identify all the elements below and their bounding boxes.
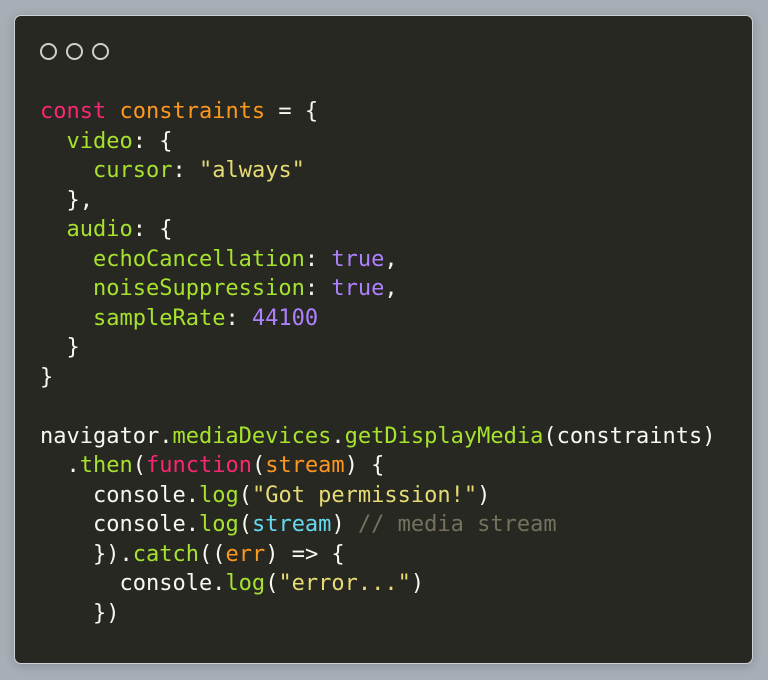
maximize-icon[interactable] bbox=[92, 43, 109, 60]
code-line: noiseSuppression: true, bbox=[40, 274, 716, 304]
code-token: true bbox=[331, 246, 385, 272]
code-token: ) bbox=[477, 482, 491, 508]
code-token: true bbox=[331, 276, 385, 301]
code-token: log bbox=[198, 482, 239, 508]
code-token: . bbox=[331, 423, 345, 449]
code-line: const constraints = { bbox=[40, 97, 716, 127]
code-line: echoCancellation: true, bbox=[40, 245, 716, 275]
code-token: ) bbox=[331, 512, 358, 537]
code-token: function bbox=[145, 453, 252, 478]
code-token: sampleRate bbox=[92, 305, 226, 331]
code-token: stream bbox=[251, 512, 332, 537]
code-line: video: { bbox=[40, 127, 716, 157]
code-token: : bbox=[304, 276, 332, 301]
close-icon[interactable] bbox=[40, 43, 57, 60]
code-token: "error..." bbox=[278, 571, 411, 596]
code-token: ( bbox=[238, 482, 252, 508]
code-token: err bbox=[225, 541, 266, 567]
code-line: } bbox=[40, 363, 716, 393]
code-token: "always" bbox=[198, 158, 305, 183]
code-token: : { bbox=[132, 128, 173, 154]
code-token: : { bbox=[132, 217, 173, 242]
code-token: ( bbox=[238, 512, 252, 537]
code-token: ( bbox=[132, 453, 146, 478]
code-token: (( bbox=[198, 541, 226, 567]
code-line: sampleRate: 44100 bbox=[40, 304, 716, 334]
code-token: : bbox=[304, 246, 332, 272]
code-line: console.log("Got permission!") bbox=[40, 481, 716, 511]
code-line: cursor: "always" bbox=[40, 156, 716, 186]
code-token: noiseSuppression bbox=[92, 276, 305, 301]
code-token: (constraints) bbox=[543, 423, 716, 449]
code-line: } bbox=[40, 333, 716, 363]
code-token: console. bbox=[40, 482, 199, 508]
code-line: }, bbox=[40, 186, 716, 216]
code-token: log bbox=[198, 512, 239, 537]
code-token: then bbox=[79, 453, 133, 478]
code-token: catch bbox=[132, 541, 199, 567]
minimize-icon[interactable] bbox=[66, 43, 83, 60]
code-token: , bbox=[384, 276, 398, 301]
code-token: }) bbox=[40, 600, 120, 626]
code-line: console.log("error...") bbox=[40, 569, 716, 599]
code-token: // media stream bbox=[357, 512, 557, 537]
code-line: }) bbox=[40, 599, 716, 629]
code-token: , bbox=[384, 246, 398, 272]
code-line: console.log(stream) // media stream bbox=[40, 510, 716, 540]
code-token: ) => { bbox=[265, 541, 345, 567]
code-token: video bbox=[66, 128, 133, 154]
code-token: const bbox=[40, 99, 107, 124]
code-token: }, bbox=[40, 187, 93, 213]
code-token: ) bbox=[410, 571, 425, 596]
code-token: console. bbox=[40, 571, 226, 596]
code-block: const constraints = { video: { cursor: "… bbox=[40, 97, 716, 628]
code-token: } bbox=[40, 335, 80, 360]
code-token: ( bbox=[265, 571, 279, 596]
window-controls bbox=[40, 43, 109, 60]
code-token: getDisplayMedia bbox=[344, 423, 544, 449]
code-token: mediaDevices bbox=[172, 423, 332, 449]
code-token: ) { bbox=[344, 453, 385, 478]
code-token: constraints bbox=[119, 99, 266, 124]
code-token: : bbox=[225, 305, 252, 331]
code-token: ( bbox=[251, 453, 266, 478]
code-token: }). bbox=[40, 541, 133, 567]
code-window: const constraints = { video: { cursor: "… bbox=[14, 15, 753, 664]
code-token: cursor bbox=[92, 158, 173, 183]
code-token: audio bbox=[66, 217, 133, 242]
code-line: navigator.mediaDevices.getDisplayMedia(c… bbox=[40, 422, 716, 452]
code-token: : bbox=[172, 158, 199, 183]
code-token: 44100 bbox=[251, 305, 319, 331]
code-token: echoCancellation bbox=[92, 246, 305, 272]
code-token: = { bbox=[265, 99, 319, 124]
code-token: } bbox=[40, 364, 54, 390]
code-token: navigator. bbox=[40, 423, 173, 449]
code-token: log bbox=[225, 571, 266, 596]
code-line: .then(function(stream) { bbox=[40, 451, 716, 481]
code-token: stream bbox=[265, 453, 345, 478]
code-token: "Got permission!" bbox=[251, 482, 478, 508]
code-token: . bbox=[40, 453, 80, 478]
code-token: console. bbox=[40, 512, 199, 537]
code-line: audio: { bbox=[40, 215, 716, 245]
code-line: }).catch((err) => { bbox=[40, 540, 716, 570]
